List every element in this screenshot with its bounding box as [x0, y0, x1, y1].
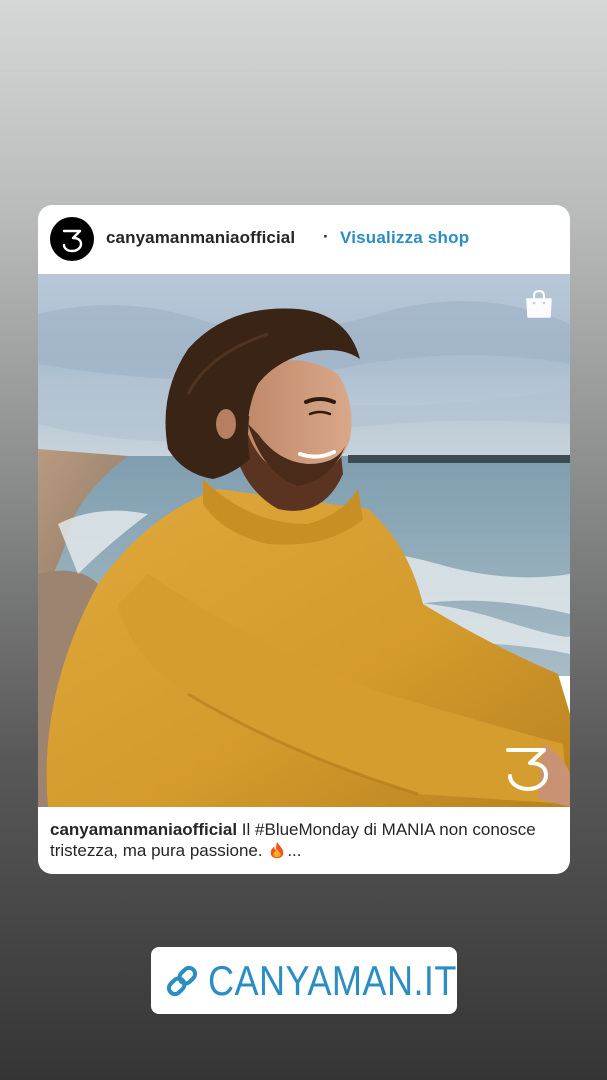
avatar[interactable]: [50, 217, 94, 261]
post-username[interactable]: canyamanmaniaofficial: [106, 228, 295, 248]
header-separator: ·: [323, 227, 329, 246]
story-screen: canyamanmaniaofficial · Visualizza shop: [0, 0, 607, 1080]
brand-logo-watermark: [506, 748, 548, 791]
fire-emoji-icon: [271, 841, 284, 859]
link-sticker-label: CANYAMAN.IT: [208, 957, 457, 1004]
brand-logo-icon: [62, 229, 83, 253]
link-icon: [166, 965, 198, 997]
view-shop-link[interactable]: Visualizza shop: [340, 228, 469, 248]
caption-username[interactable]: canyamanmaniaofficial: [50, 820, 237, 839]
shopping-bag-icon[interactable]: [525, 289, 553, 319]
post-photo[interactable]: [38, 274, 570, 807]
shared-post-card[interactable]: canyamanmaniaofficial · Visualizza shop: [38, 205, 570, 874]
post-photo-illustration: [38, 274, 570, 807]
post-caption: canyamanmaniaofficial Il #BlueMonday di …: [50, 819, 550, 861]
post-header: canyamanmaniaofficial · Visualizza shop: [38, 205, 570, 274]
caption-more[interactable]: ...: [287, 841, 301, 860]
link-sticker[interactable]: CANYAMAN.IT: [151, 947, 457, 1014]
